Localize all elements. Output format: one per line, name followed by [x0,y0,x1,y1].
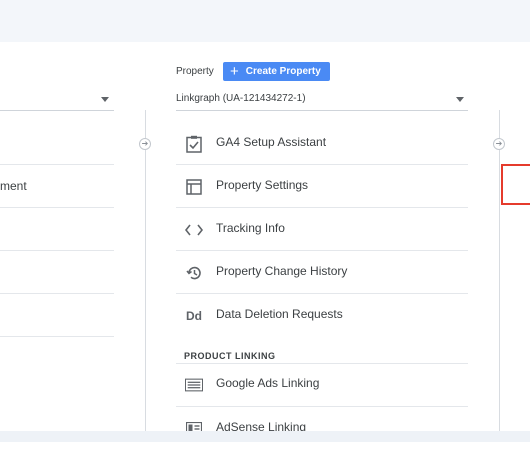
history-icon [185,264,203,282]
menu-item-label: Property Settings [216,178,309,192]
menu-item-ga4-setup-assistant[interactable]: GA4 Setup Assistant [176,122,468,165]
property-dropdown-underline [176,110,468,111]
product-linking-section-header: PRODUCT LINKING [184,351,276,361]
account-dropdown-underline [0,110,114,111]
menu-item-label: Property Change History [216,264,348,278]
plus-icon: + [230,62,239,80]
account-menu-item-partial[interactable]: ment [0,179,27,193]
account-dropdown-arrow-icon[interactable] [101,97,109,102]
bottom-footer-bar [0,431,530,442]
menu-item-label: Tracking Info [216,221,285,235]
column-arrow-icon: ➔ [493,138,505,150]
menu-item-property-settings[interactable]: Property Settings [176,165,468,208]
column-arrow-icon: ➔ [139,138,151,150]
account-row-divider [0,207,114,208]
menu-item-google-ads-linking[interactable]: Google Ads Linking [176,363,468,406]
google-ads-icon [185,376,203,394]
property-selector[interactable]: Linkgraph (UA-121434272-1) [176,93,306,104]
account-row-divider [0,250,114,251]
menu-item-data-deletion-requests[interactable]: Dd Data Deletion Requests [176,294,468,337]
column-divider [145,110,146,432]
column-divider [499,110,500,432]
menu-item-label: GA4 Setup Assistant [216,135,327,149]
account-row-divider [0,164,114,165]
property-dropdown-arrow-icon[interactable] [456,97,464,102]
menu-item-tracking-info[interactable]: Tracking Info [176,208,468,251]
checklist-icon [185,135,203,153]
menu-item-label: Data Deletion Requests [216,307,343,321]
account-row-divider [0,293,114,294]
code-brackets-icon [185,221,203,239]
create-property-label: Create Property [245,66,321,77]
dd-icon: Dd [186,309,202,323]
account-row-divider [0,336,114,337]
create-property-button[interactable]: + Create Property [223,62,330,81]
highlighted-view-item[interactable] [501,164,530,205]
property-settings-icon [185,178,203,196]
menu-item-label: Google Ads Linking [216,376,320,390]
menu-item-property-change-history[interactable]: Property Change History [176,251,468,294]
menu-item-adsense-linking[interactable]: AdSense Linking [176,407,468,450]
top-header-bar [0,0,530,42]
property-label: Property [176,66,214,77]
